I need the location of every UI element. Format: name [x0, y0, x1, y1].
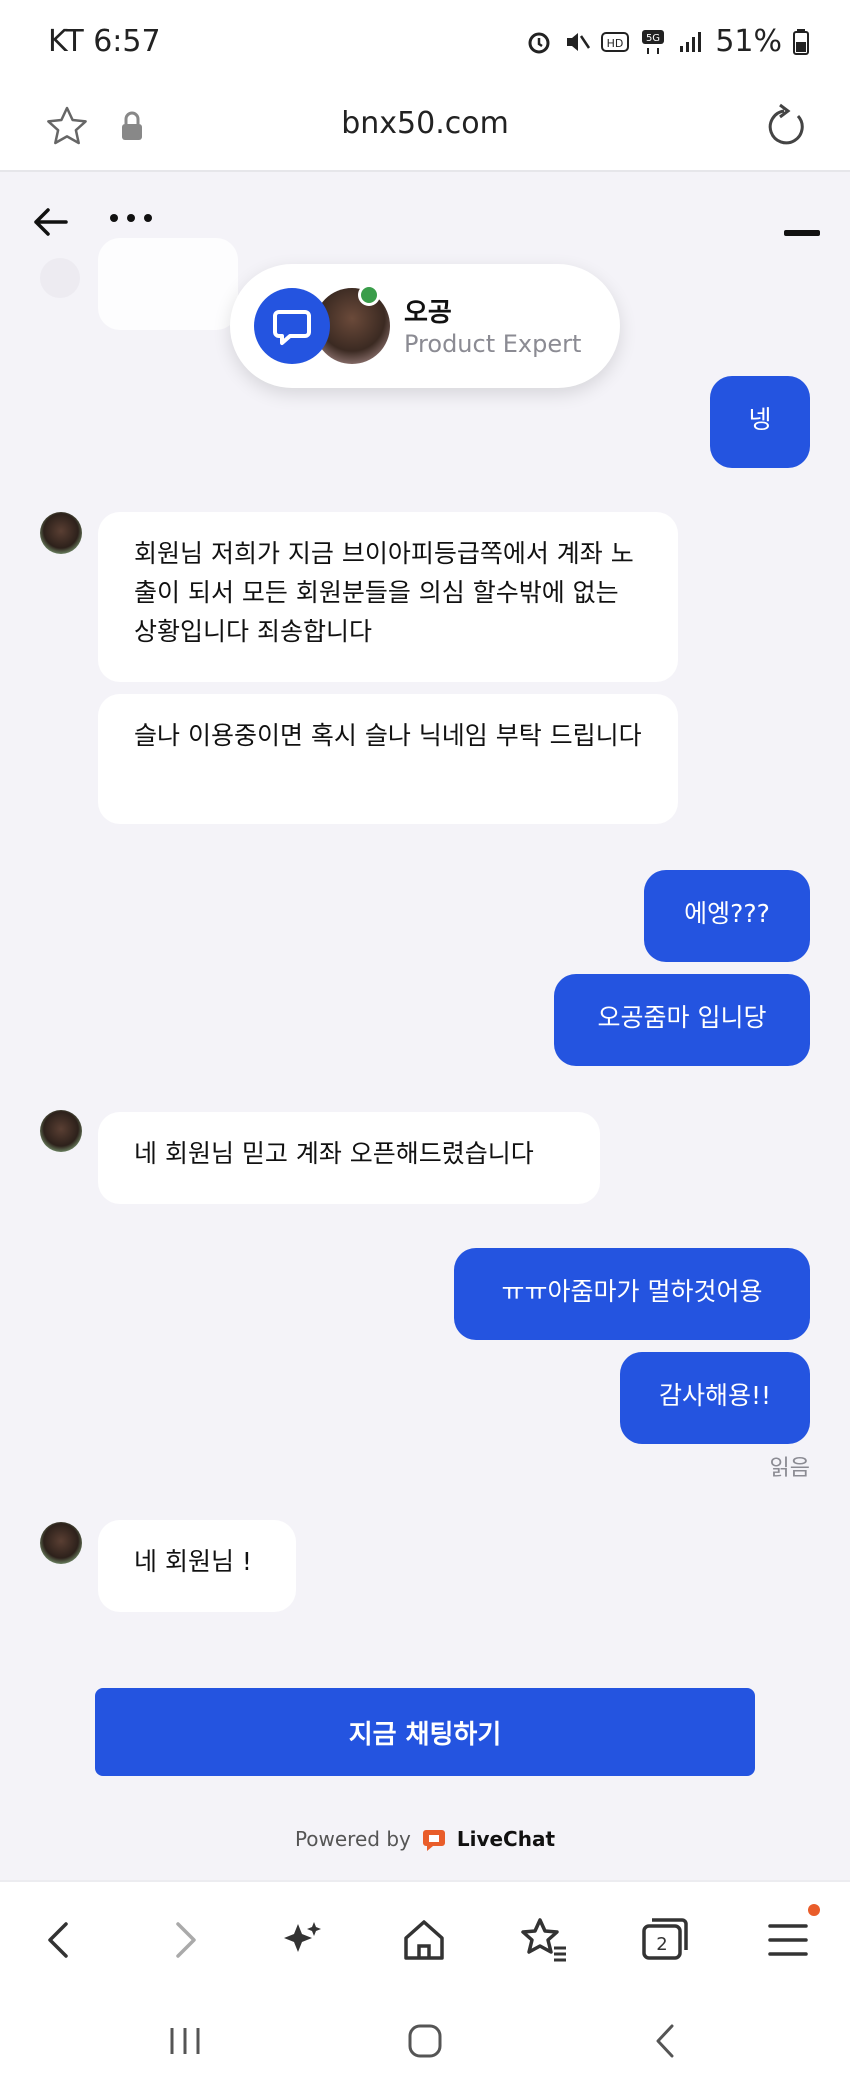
agent-avatar	[40, 1110, 82, 1152]
home-button-icon[interactable]	[400, 2016, 450, 2066]
mute-icon	[567, 32, 591, 51]
powered-by-prefix: Powered by	[294, 1827, 411, 1851]
agent-avatar	[40, 512, 82, 554]
nav-back-icon[interactable]	[640, 2016, 690, 2066]
5g-icon: 5G	[642, 29, 665, 54]
signal-icon	[680, 31, 702, 52]
status-bar: KT 6:57 HD 5G 51%	[0, 0, 850, 88]
more-options-icon[interactable]	[108, 208, 154, 228]
agent-name: 오공	[404, 298, 452, 328]
livechat-brand: LiveChat	[456, 1827, 556, 1851]
forward-icon[interactable]	[154, 1910, 214, 1970]
tabs-count: 2	[656, 1934, 667, 1955]
user-message: 감사해용!!	[620, 1352, 810, 1444]
online-status-dot	[358, 284, 380, 306]
back-icon[interactable]	[30, 1910, 90, 1970]
sparkle-icon[interactable]	[272, 1910, 332, 1970]
user-message: 오공줌마 입니당	[554, 974, 810, 1066]
battery-icon	[793, 28, 809, 55]
back-arrow-icon[interactable]	[30, 202, 70, 242]
url-text[interactable]: bnx50.com	[0, 106, 850, 141]
hd-icon: HD	[601, 31, 630, 52]
alarm-icon	[528, 32, 550, 53]
battery-percent: 51%	[715, 24, 782, 59]
powered-by[interactable]: Powered by LiveChat	[0, 1826, 850, 1852]
svg-text:5G: 5G	[646, 33, 660, 44]
notification-dot	[808, 1904, 820, 1916]
start-chat-button[interactable]: 지금 채팅하기	[95, 1688, 755, 1776]
avatar	[40, 258, 80, 298]
android-nav-bar	[0, 2000, 850, 2078]
carrier-time: KT 6:57	[48, 24, 161, 59]
agent-card: 오공 Product Expert	[230, 264, 620, 388]
url-bar: bnx50.com	[0, 88, 850, 172]
user-message: 넹	[710, 376, 810, 468]
livechat-badge	[254, 288, 330, 364]
agent-message: 네 회원님 믿고 계좌 오픈해드렸습니다	[98, 1112, 600, 1204]
read-receipt: 읽음	[769, 1456, 810, 1481]
agent-message: 네 회원님 !	[98, 1520, 296, 1612]
minimize-icon[interactable]	[784, 230, 820, 236]
agent-message: 슬나 이용중이면 혹시 슬나 닉네임 부탁 드립니다	[98, 694, 678, 824]
agent-message: 회원님 저희가 지금 브이아피등급쪽에서 계좌 노출이 되서 모든 회원분들을 …	[98, 512, 678, 682]
svg-text:HD: HD	[607, 37, 624, 50]
agent-role: Product Expert	[404, 330, 582, 358]
agent-avatar	[40, 1522, 82, 1564]
reload-icon[interactable]	[760, 102, 810, 152]
tabs-icon[interactable]: 2	[634, 1910, 694, 1970]
livechat-logo-icon	[422, 1830, 445, 1851]
status-icons: HD 5G 51%	[525, 24, 810, 59]
faded-message-bubble	[98, 238, 238, 330]
home-icon[interactable]	[394, 1910, 454, 1970]
chat-bubble-icon	[273, 310, 311, 345]
user-message: 에엥???	[644, 870, 810, 962]
menu-icon[interactable]	[758, 1910, 818, 1970]
recent-apps-icon[interactable]	[160, 2016, 210, 2066]
bookmarks-icon[interactable]	[514, 1910, 574, 1970]
browser-toolbar: 2	[0, 1880, 850, 2000]
user-message: ㅠㅠ아줌마가 멀하것어용	[454, 1248, 810, 1340]
